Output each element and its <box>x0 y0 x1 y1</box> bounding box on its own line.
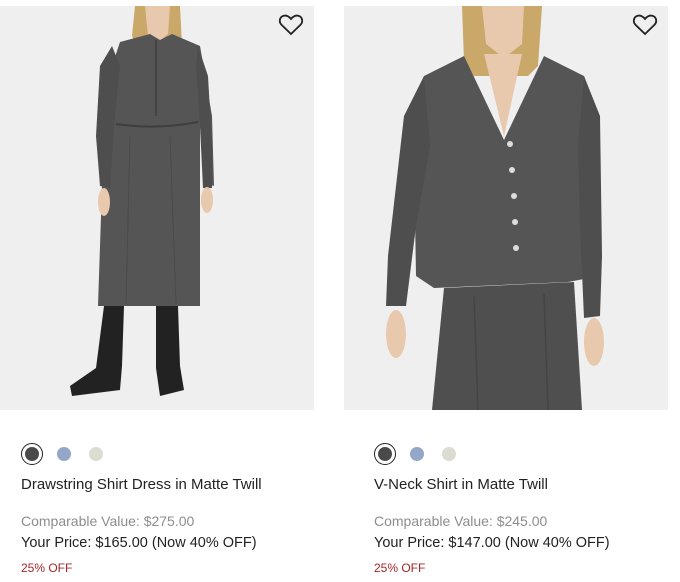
discount-badge: 25% OFF <box>374 561 426 575</box>
swatch-charcoal[interactable] <box>21 443 43 465</box>
product-card[interactable]: Drawstring Shirt Dress in Matte Twill Co… <box>0 0 324 582</box>
product-photo-shirt <box>344 6 668 410</box>
product-name-link[interactable]: V-Neck Shirt in Matte Twill <box>374 476 548 493</box>
swatch-ivory[interactable] <box>438 443 460 465</box>
comparable-value: Comparable Value: $245.00 <box>374 513 548 529</box>
your-price: Your Price: $165.00 (Now 40% OFF) <box>21 535 257 551</box>
swatch-blue[interactable] <box>53 443 75 465</box>
product-photo-dress <box>0 6 314 410</box>
discount-badge: 25% OFF <box>21 561 73 575</box>
swatch-charcoal[interactable] <box>374 443 396 465</box>
product-name-link[interactable]: Drawstring Shirt Dress in Matte Twill <box>21 476 262 493</box>
swatch-blue[interactable] <box>406 443 428 465</box>
wishlist-heart-icon[interactable] <box>632 13 658 37</box>
wishlist-heart-icon[interactable] <box>278 13 304 37</box>
your-price: Your Price: $147.00 (Now 40% OFF) <box>374 535 610 551</box>
product-image[interactable] <box>344 6 668 410</box>
comparable-value: Comparable Value: $275.00 <box>21 513 195 529</box>
product-card[interactable]: V-Neck Shirt in Matte Twill Comparable V… <box>344 0 668 582</box>
product-image[interactable] <box>0 6 314 410</box>
swatch-ivory[interactable] <box>85 443 107 465</box>
